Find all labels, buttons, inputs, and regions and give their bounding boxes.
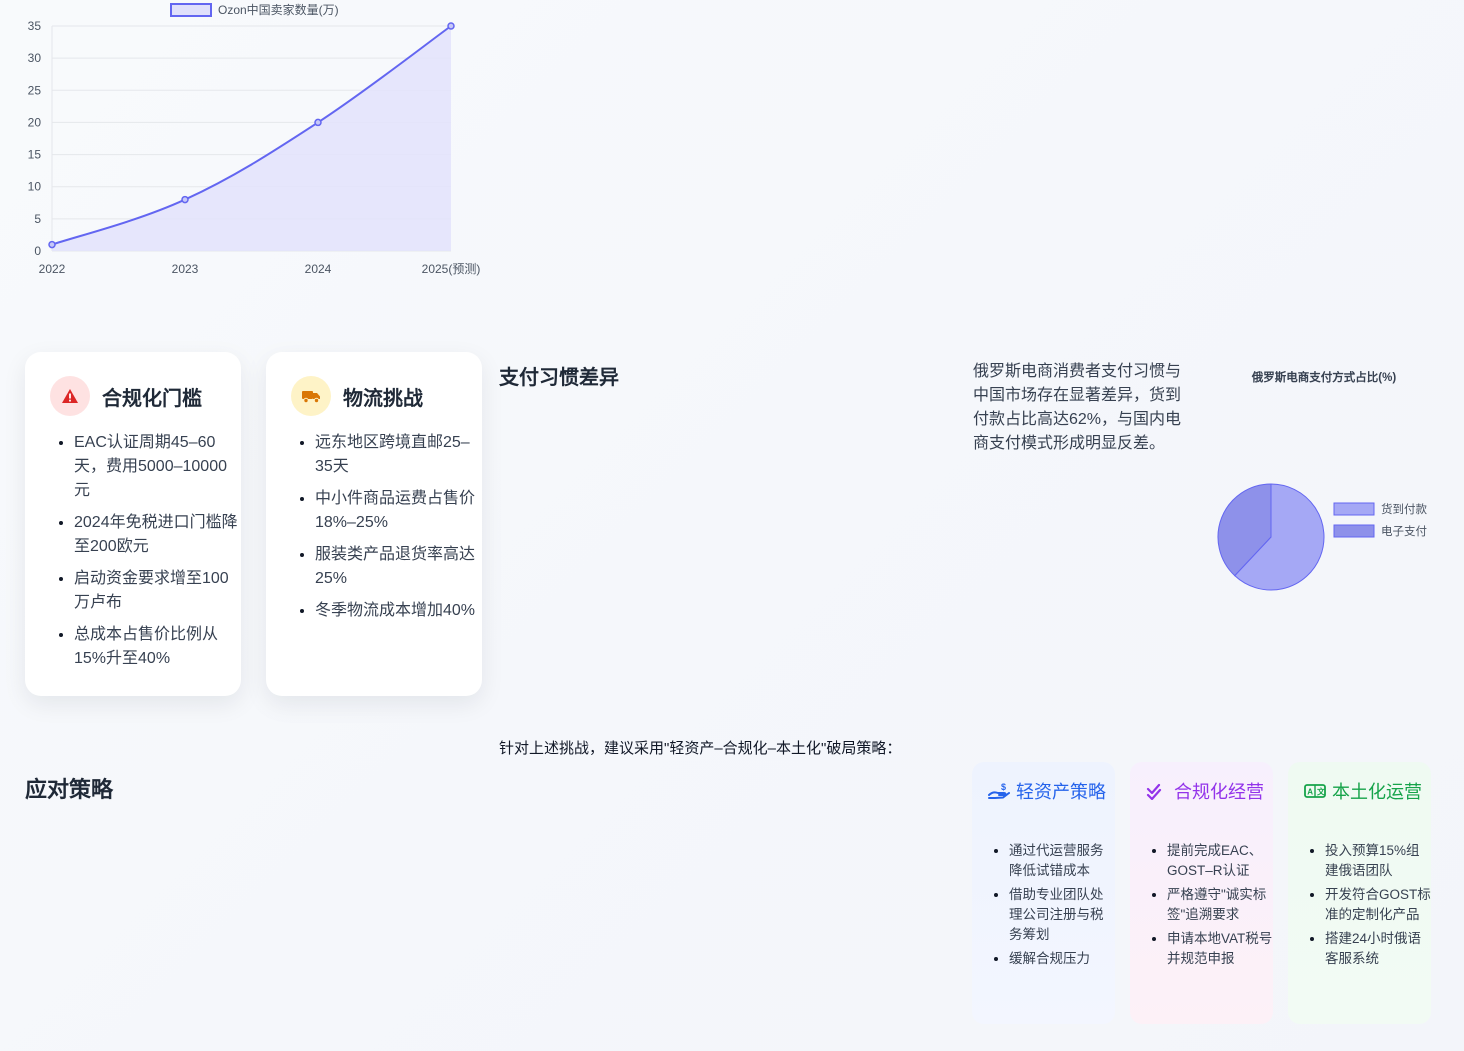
warning-icon bbox=[62, 389, 78, 403]
localization-list: 投入预算15%组建俄语团队 开发符合GOST标准的定制化产品 搭建24小时俄语客… bbox=[1306, 841, 1431, 973]
logistics-card: 物流挑战 远东地区跨境直邮25–35天 中小件商品运费占售价18%–25% 服装… bbox=[266, 352, 482, 696]
list-item: 申请本地VAT税号并规范申报 bbox=[1167, 929, 1273, 969]
payment-heading: 支付习惯差异 bbox=[499, 367, 619, 389]
seller-count-line-chart: 0 5 10 15 20 25 30 35 2022 2023 2024 2025(预测) Ozon… bbox=[28, 2, 481, 276]
y-tick-label: 35 bbox=[28, 19, 42, 33]
y-tick-label: 5 bbox=[34, 212, 41, 226]
x-tick-label: 2025(预测) bbox=[422, 262, 481, 276]
list-item: 远东地区跨境直邮25–35天 bbox=[315, 431, 480, 479]
legend-label: Ozon中国卖家数量(万) bbox=[218, 2, 339, 17]
x-tick-label: 2023 bbox=[172, 262, 199, 276]
data-point[interactable] bbox=[447, 22, 455, 30]
list-item: 启动资金要求增至100万卢布 bbox=[74, 567, 239, 615]
list-item: 冬季物流成本增加40% bbox=[315, 599, 480, 623]
localization-card: A 文 本土化运营 投入预算15%组建俄语团队 开发符合GOST标准的定制化产品… bbox=[1288, 762, 1431, 1024]
list-item: 2024年免税进口门槛降至200欧元 bbox=[74, 511, 239, 559]
y-tick-label: 15 bbox=[28, 148, 42, 162]
pie-title: 俄罗斯电商支付方式占比(%) bbox=[1251, 370, 1397, 384]
hand-coin-icon: $ bbox=[988, 782, 1010, 799]
warning-badge bbox=[50, 376, 90, 416]
strategy-card-title: 轻资产策略 bbox=[1016, 782, 1106, 802]
svg-text:文: 文 bbox=[1317, 787, 1326, 797]
y-tick-label: 10 bbox=[28, 180, 42, 194]
legend-label: 货到付款 bbox=[1381, 502, 1427, 516]
list-item: 中小件商品运费占售价18%–25% bbox=[315, 487, 480, 535]
data-point[interactable] bbox=[314, 118, 322, 127]
card-title: 物流挑战 bbox=[343, 387, 423, 410]
language-icon: A 文 bbox=[1304, 784, 1326, 798]
list-item: 开发符合GOST标准的定制化产品 bbox=[1325, 885, 1431, 925]
compliance-operation-card: 合规化经营 提前完成EAC、GOST–R认证 严格遵守"诚实标签"追溯要求 申请… bbox=[1130, 762, 1273, 1024]
x-tick-label: 2022 bbox=[39, 262, 66, 276]
compliance-operation-list: 提前完成EAC、GOST–R认证 严格遵守"诚实标签"追溯要求 申请本地VAT税… bbox=[1148, 841, 1273, 973]
data-point[interactable] bbox=[181, 195, 189, 204]
compliance-list: EAC认证周期45–60天，费用5000–10000元 2024年免税进口门槛降… bbox=[54, 431, 239, 679]
list-item: 借助专业团队处理公司注册与税务筹划 bbox=[1009, 885, 1115, 945]
truck-badge bbox=[291, 376, 331, 416]
list-item: EAC认证周期45–60天，费用5000–10000元 bbox=[74, 431, 239, 503]
truck-icon bbox=[302, 391, 320, 404]
chart-legend[interactable]: Ozon中国卖家数量(万) bbox=[170, 2, 339, 17]
list-item: 服装类产品退货率高达25% bbox=[315, 543, 480, 591]
asset-light-card: $ 轻资产策略 通过代运营服务降低试错成本 借助专业团队处理公司注册与税务筹划 … bbox=[972, 762, 1115, 1024]
series-area-fill bbox=[52, 26, 451, 251]
legend-label: 电子支付 bbox=[1381, 525, 1427, 538]
y-tick-label: 25 bbox=[28, 83, 42, 97]
y-tick-label: 30 bbox=[28, 51, 42, 65]
x-tick-label: 2024 bbox=[305, 262, 332, 276]
asset-light-list: 通过代运营服务降低试错成本 借助专业团队处理公司注册与税务筹划 缓解合规压力 bbox=[990, 841, 1115, 973]
strategy-card-title: 本土化运营 bbox=[1332, 782, 1422, 802]
data-point[interactable] bbox=[48, 240, 56, 249]
list-item: 投入预算15%组建俄语团队 bbox=[1325, 841, 1431, 881]
list-item: 搭建24小时俄语客服系统 bbox=[1325, 929, 1431, 969]
strategy-heading: 应对策略 bbox=[25, 777, 114, 802]
legend-swatch bbox=[1333, 502, 1375, 516]
card-title: 合规化门槛 bbox=[102, 387, 202, 410]
svg-text:$: $ bbox=[1001, 782, 1006, 792]
list-item: 通过代运营服务降低试错成本 bbox=[1009, 841, 1115, 881]
y-tick-label: 0 bbox=[34, 244, 41, 258]
y-tick-label: 20 bbox=[28, 115, 42, 129]
svg-text:A: A bbox=[1307, 788, 1313, 797]
logistics-list: 远东地区跨境直邮25–35天 中小件商品运费占售价18%–25% 服装类产品退货… bbox=[295, 431, 480, 631]
legend-swatch bbox=[1333, 524, 1375, 538]
legend-swatch bbox=[170, 3, 212, 17]
strategy-intro: 针对上述挑战，建议采用"轻资产–合规化–本土化"破局策略： bbox=[499, 740, 902, 757]
list-item: 提前完成EAC、GOST–R认证 bbox=[1167, 841, 1273, 881]
check-double-icon bbox=[1146, 783, 1162, 800]
payment-pie-chart: 俄罗斯电商支付方式占比(%) 货到付款电子支付 bbox=[1217, 370, 1427, 591]
list-item: 严格遵守"诚实标签"追溯要求 bbox=[1167, 885, 1273, 925]
list-item: 缓解合规压力 bbox=[1009, 949, 1115, 969]
payment-description: 俄罗斯电商消费者支付习惯与中国市场存在显著差异，货到付款占比高达62%，与国内电… bbox=[973, 363, 1182, 452]
compliance-card: 合规化门槛 EAC认证周期45–60天，费用5000–10000元 2024年免… bbox=[25, 352, 241, 696]
list-item: 总成本占售价比例从15%升至40% bbox=[74, 623, 239, 671]
strategy-card-title: 合规化经营 bbox=[1174, 782, 1264, 802]
